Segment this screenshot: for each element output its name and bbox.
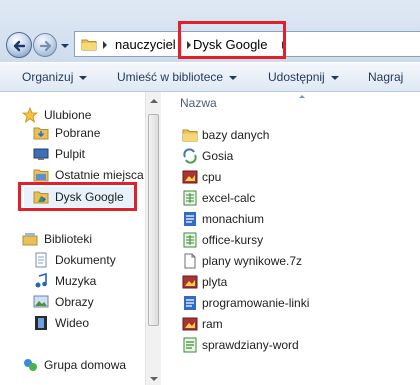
chevron-down-icon bbox=[229, 75, 238, 80]
nav-videos-label: Wideo bbox=[55, 316, 90, 330]
file-name: monachium bbox=[202, 212, 265, 226]
shared-folder-icon bbox=[182, 148, 198, 164]
file-name: bazy danych bbox=[202, 128, 270, 142]
file-name: programowanie-linki bbox=[202, 296, 310, 310]
recent-places-icon bbox=[32, 166, 50, 184]
nav-homegroup-label: Grupa domowa bbox=[44, 358, 127, 372]
nav-music-label: Muzyka bbox=[55, 274, 97, 288]
nav-desktop-label: Pulpit bbox=[55, 147, 86, 161]
breadcrumb-nauczyciel[interactable]: nauczyciel bbox=[115, 37, 176, 52]
breadcrumb-separator-icon[interactable] bbox=[280, 40, 288, 50]
burn-label: Nagraj bbox=[368, 70, 404, 84]
column-header-name[interactable]: Nazwa bbox=[180, 96, 217, 110]
nav-libraries-label: Biblioteki bbox=[44, 232, 93, 246]
scroll-down-icon[interactable] bbox=[150, 377, 158, 381]
file-row[interactable]: bazy danych bbox=[182, 125, 269, 145]
burn-button[interactable]: Nagraj bbox=[368, 70, 403, 84]
file-name: plany wynikowe.7z bbox=[202, 254, 303, 268]
file-name: ram bbox=[202, 317, 223, 331]
pictures-icon bbox=[32, 293, 50, 311]
organize-button[interactable]: Organizuj bbox=[22, 70, 88, 84]
breadcrumb-separator-icon[interactable] bbox=[185, 40, 193, 50]
image-file-icon bbox=[182, 274, 198, 290]
spreadsheet-file-icon bbox=[182, 190, 198, 206]
image-file-icon bbox=[182, 169, 198, 185]
share-label: Udostępnij bbox=[268, 70, 325, 84]
file-name: Gosia bbox=[202, 149, 234, 163]
nav-documents-label: Dokumenty bbox=[55, 253, 116, 267]
documents-icon bbox=[32, 251, 50, 269]
document-file-icon bbox=[182, 295, 198, 311]
nav-favorites-label: Ulubione bbox=[44, 108, 92, 122]
music-icon bbox=[32, 272, 50, 290]
arrow-right-icon bbox=[39, 40, 52, 52]
downloads-folder-icon bbox=[32, 124, 50, 142]
chevron-down-icon bbox=[330, 75, 339, 80]
nav-google-drive[interactable]: Dysk Google bbox=[24, 187, 134, 207]
scroll-up-icon[interactable] bbox=[150, 99, 158, 103]
file-row[interactable]: Gosia bbox=[182, 146, 233, 166]
video-icon bbox=[32, 314, 50, 332]
image-file-icon bbox=[182, 316, 198, 332]
folder-icon bbox=[81, 39, 97, 51]
back-button[interactable] bbox=[6, 32, 32, 58]
file-row[interactable]: cpu bbox=[182, 167, 221, 187]
file-list: Nazwa bazy danych Gosia cpu excel-calc m… bbox=[162, 92, 420, 385]
recent-pages-dropdown[interactable] bbox=[60, 41, 70, 51]
file-row[interactable]: office-kursy bbox=[182, 230, 263, 250]
file-name: office-kursy bbox=[202, 233, 264, 247]
title-bar: nauczyciel Dysk Google bbox=[0, 0, 420, 62]
file-row[interactable]: plyta bbox=[182, 272, 227, 292]
nav-google-drive-label: Dysk Google bbox=[55, 190, 124, 204]
breadcrumb-separator-icon[interactable] bbox=[101, 40, 109, 50]
file-row[interactable]: ram bbox=[182, 314, 223, 334]
organize-label: Organizuj bbox=[22, 70, 74, 84]
file-row[interactable]: sprawdziany-word bbox=[182, 335, 299, 355]
address-bar[interactable]: nauczyciel Dysk Google bbox=[74, 31, 420, 57]
file-row[interactable]: monachium bbox=[182, 209, 264, 229]
share-button[interactable]: Udostępnij bbox=[268, 70, 339, 84]
include-in-library-label: Umieść w bibliotece bbox=[117, 70, 224, 84]
breadcrumb-divider bbox=[181, 36, 182, 54]
arrow-left-icon bbox=[13, 40, 26, 52]
homegroup-icon bbox=[21, 356, 39, 374]
archive-file-icon bbox=[182, 253, 198, 269]
folder-icon bbox=[182, 127, 198, 143]
scrollbar-thumb[interactable] bbox=[148, 114, 159, 326]
file-row[interactable]: excel-calc bbox=[182, 188, 255, 208]
nav-scrollbar[interactable] bbox=[145, 92, 161, 385]
command-toolbar: Organizuj Umieść w bibliotece Udostępnij… bbox=[0, 62, 420, 92]
file-row[interactable]: programowanie-linki bbox=[182, 293, 309, 313]
google-drive-folder-icon bbox=[32, 188, 50, 206]
sort-ascending-icon bbox=[299, 95, 305, 98]
include-in-library-button[interactable]: Umieść w bibliotece bbox=[117, 70, 238, 84]
chevron-down-icon bbox=[79, 75, 88, 80]
forward-button[interactable] bbox=[33, 33, 57, 57]
file-name: plyta bbox=[202, 275, 228, 289]
navigation-pane: Ulubione Pobrane Pulpit Ostatnie miejsca… bbox=[0, 92, 161, 385]
libraries-icon bbox=[21, 230, 39, 248]
document-file-icon bbox=[182, 337, 198, 353]
file-row[interactable]: plany wynikowe.7z bbox=[182, 251, 302, 271]
document-file-icon bbox=[182, 211, 198, 227]
nav-recent-places-label: Ostatnie miejsca bbox=[55, 168, 144, 182]
file-name: cpu bbox=[202, 170, 222, 184]
file-name: excel-calc bbox=[202, 191, 256, 205]
breadcrumb-dysk-google[interactable]: Dysk Google bbox=[193, 37, 267, 52]
file-name: sprawdziany-word bbox=[202, 338, 299, 352]
star-icon bbox=[21, 106, 39, 124]
spreadsheet-file-icon bbox=[182, 232, 198, 248]
desktop-icon bbox=[32, 145, 50, 163]
nav-pictures-label: Obrazy bbox=[55, 295, 94, 309]
nav-downloads-label: Pobrane bbox=[55, 126, 101, 140]
